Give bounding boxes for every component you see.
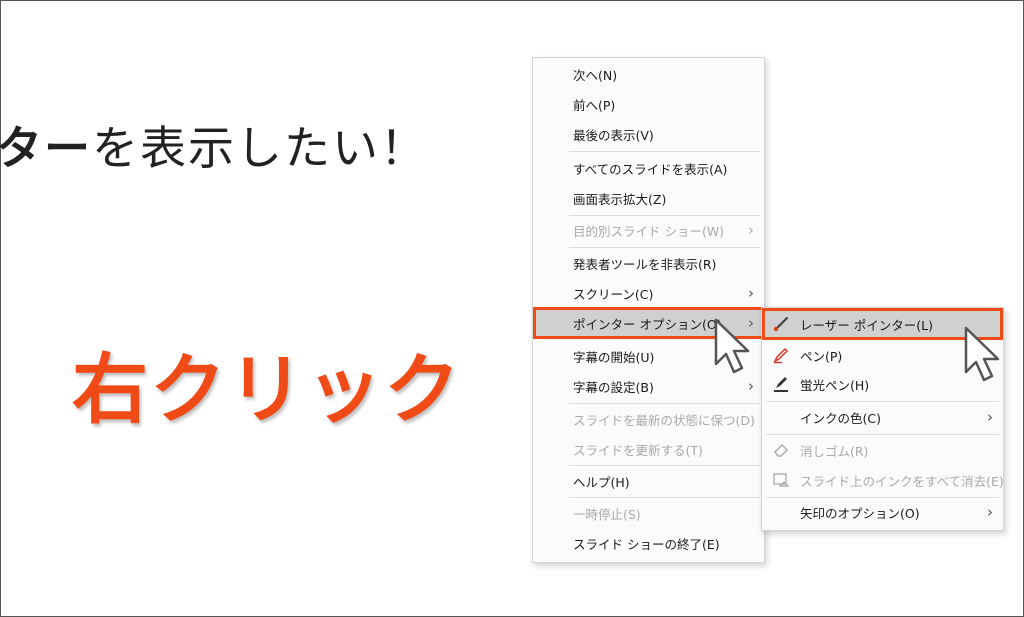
chevron-right-icon: › <box>748 284 754 302</box>
mouse-cursor-icon <box>964 326 1000 382</box>
pen-icon <box>772 346 790 364</box>
slide-title: ターを表示したい！ <box>0 112 428 178</box>
submenu-item-eraser[interactable]: 消しゴム(R) <box>762 436 1003 464</box>
mouse-cursor-icon <box>714 318 750 374</box>
laser-pointer-icon <box>772 315 790 333</box>
submenu-separator <box>766 434 999 435</box>
slide-title-rest: を表示したい！ <box>92 121 428 175</box>
submenu-item-arrow-options[interactable]: 矢印のオプション(O) › <box>762 498 1003 526</box>
slide-title-bold: ター <box>0 121 92 175</box>
menu-item-previous[interactable]: 前へ(P) <box>533 90 764 118</box>
menu-item-custom-show[interactable]: 目的別スライド ショー(W) › <box>533 216 764 244</box>
erase-all-ink-icon <box>772 471 790 489</box>
menu-separator <box>569 465 760 466</box>
menu-separator <box>569 247 760 248</box>
submenu-item-erase-all-ink[interactable]: スライド上のインクをすべて消去(E) <box>762 466 1004 494</box>
chevron-right-icon: › <box>748 377 754 395</box>
menu-item-hide-presenter-view[interactable]: 発表者ツールを非表示(R) <box>533 249 764 277</box>
chevron-right-icon: › <box>987 408 993 426</box>
menu-item-update-slide[interactable]: スライドを更新する(T) <box>533 435 764 463</box>
eraser-icon <box>772 441 790 459</box>
menu-separator <box>569 403 760 404</box>
submenu-item-ink-color[interactable]: インクの色(C) › <box>762 403 1003 431</box>
menu-item-last-viewed[interactable]: 最後の表示(V) <box>533 120 764 148</box>
chevron-right-icon: › <box>987 503 993 521</box>
menu-item-help[interactable]: ヘルプ(H) <box>533 467 764 495</box>
menu-separator <box>569 497 760 498</box>
menu-item-end-show[interactable]: スライド ショーの終了(E) <box>533 529 764 557</box>
submenu-separator <box>766 401 999 402</box>
highlighter-icon <box>772 375 790 393</box>
right-click-caption: 右クリック <box>72 345 462 434</box>
menu-item-pause[interactable]: 一時停止(S) <box>533 499 764 527</box>
chevron-right-icon: › <box>748 221 754 239</box>
menu-item-screen[interactable]: スクリーン(C) › <box>533 279 764 307</box>
context-menu: 次へ(N) 前へ(P) 最後の表示(V) すべてのスライドを表示(A) 画面表示… <box>532 57 765 563</box>
menu-item-zoom-in[interactable]: 画面表示拡大(Z) <box>533 184 764 212</box>
menu-item-keep-slides-updated[interactable]: スライドを最新の状態に保つ(D) <box>533 405 764 433</box>
menu-item-next[interactable]: 次へ(N) <box>533 60 764 88</box>
menu-separator <box>569 151 760 152</box>
menu-item-see-all-slides[interactable]: すべてのスライドを表示(A) <box>533 154 764 182</box>
